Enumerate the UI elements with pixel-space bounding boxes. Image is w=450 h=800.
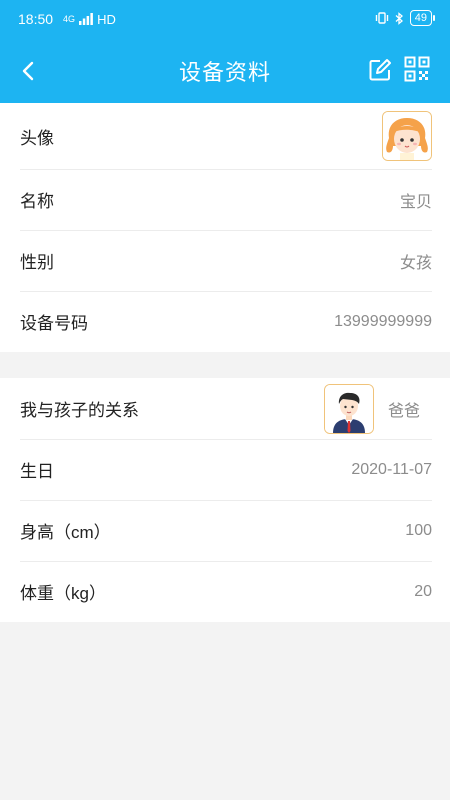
avatar-label: 头像 bbox=[20, 128, 54, 148]
battery-indicator: 49 bbox=[409, 10, 436, 26]
girl-avatar-icon bbox=[383, 112, 431, 160]
parent-avatar bbox=[323, 383, 374, 434]
status-bar: 18:50 4G HD 49 bbox=[0, 0, 450, 38]
child-info-section: 我与孩子的关系 爸爸 生日 2020-11-07 身高（cm） 100 体重（k… bbox=[0, 378, 450, 622]
device-info-section: 头像 名称 宝贝 性别 女孩 设备号码 13999999999 bbox=[0, 103, 450, 352]
device-number-label: 设备号码 bbox=[20, 314, 88, 333]
name-value: 宝贝 bbox=[399, 193, 432, 211]
device-number-value: 13999999999 bbox=[334, 312, 432, 330]
name-label: 名称 bbox=[20, 192, 54, 211]
dad-avatar-icon bbox=[324, 384, 373, 433]
birthday-row[interactable]: 生日 2020-11-07 bbox=[0, 439, 450, 500]
height-value: 100 bbox=[405, 521, 432, 539]
avatar-row[interactable]: 头像 bbox=[0, 103, 450, 169]
weight-value: 20 bbox=[414, 582, 432, 600]
height-row[interactable]: 身高（cm） 100 bbox=[0, 500, 450, 561]
hd-label: HD bbox=[97, 11, 116, 27]
relationship-value-group: 爸爸 bbox=[323, 383, 432, 434]
qr-code-icon[interactable] bbox=[404, 56, 430, 82]
relationship-label: 我与孩子的关系 bbox=[20, 401, 139, 420]
network-type: 4G bbox=[63, 14, 76, 24]
child-avatar[interactable] bbox=[382, 111, 432, 161]
signal-icon bbox=[79, 13, 93, 25]
network-indicator: 4G HD bbox=[63, 12, 116, 27]
status-time: 18:50 bbox=[18, 11, 54, 27]
height-label: 身高（cm） bbox=[20, 523, 111, 542]
status-right: 49 bbox=[375, 10, 436, 26]
vibrate-icon bbox=[375, 12, 388, 24]
relationship-value: 爸爸 bbox=[387, 402, 420, 420]
name-row[interactable]: 名称 宝贝 bbox=[0, 169, 450, 230]
gender-value: 女孩 bbox=[399, 254, 432, 272]
edit-icon[interactable] bbox=[368, 58, 392, 82]
bluetooth-icon bbox=[395, 11, 403, 25]
weight-row[interactable]: 体重（kg） 20 bbox=[0, 561, 450, 622]
section-divider bbox=[0, 352, 450, 378]
birthday-value: 2020-11-07 bbox=[351, 460, 432, 478]
gender-label: 性别 bbox=[20, 253, 54, 272]
weight-label: 体重（kg） bbox=[20, 584, 106, 603]
app-header: 18:50 4G HD 49 设备资料 bbox=[0, 0, 450, 103]
device-number-row[interactable]: 设备号码 13999999999 bbox=[0, 291, 450, 352]
gender-row[interactable]: 性别 女孩 bbox=[0, 230, 450, 291]
nav-bar: 设备资料 bbox=[0, 38, 450, 103]
relationship-row[interactable]: 我与孩子的关系 爸爸 bbox=[0, 378, 450, 439]
birthday-label: 生日 bbox=[20, 462, 54, 481]
